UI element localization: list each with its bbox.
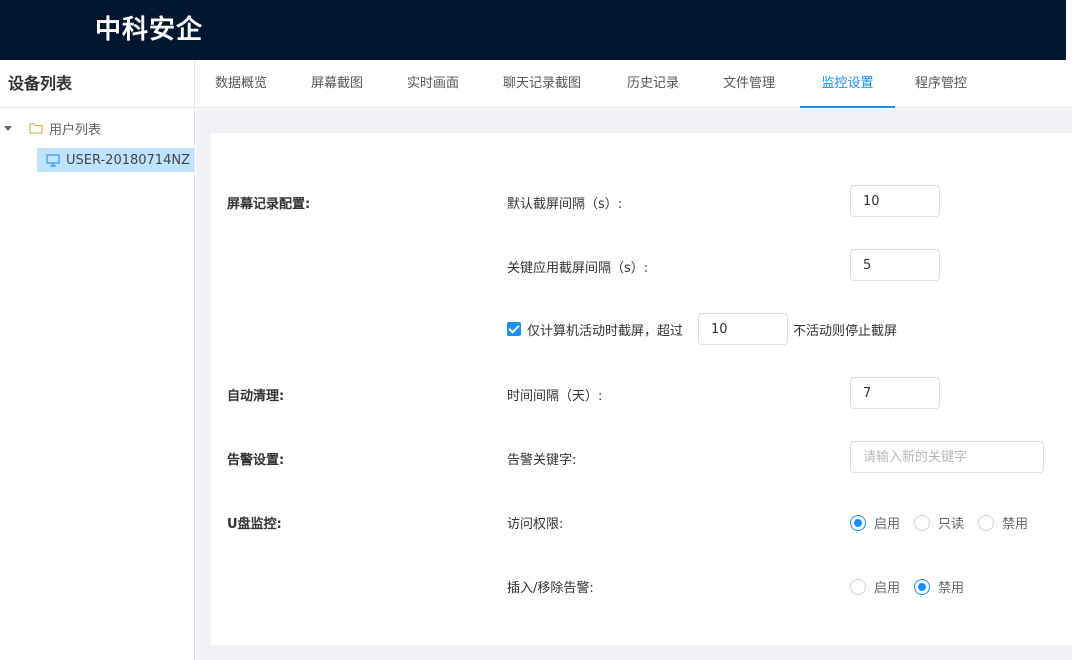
caret-down-icon[interactable] <box>4 125 12 131</box>
insert-alert-disable[interactable]: 禁用 <box>914 577 964 596</box>
tab-program-control[interactable]: 程序管控 <box>915 60 967 108</box>
tab-bar: 数据概览 屏幕截图 实时画面 聊天记录截图 历史记录 文件管理 监控设置 程序管… <box>195 60 1072 108</box>
device-sidebar: 设备列表 用户列表 USER-20180714NZ <box>0 60 195 660</box>
insert-alert-radio-group: 启用 禁用 <box>850 577 978 596</box>
section-screen-record: 屏幕记录配置: <box>227 197 311 212</box>
tab-monitor-settings[interactable]: 监控设置 <box>800 60 895 108</box>
folder-icon <box>29 123 43 134</box>
clean-interval-label: 时间间隔（天）: <box>507 389 603 404</box>
usb-access-label: 访问权限: <box>507 517 564 532</box>
radio-label: 禁用 <box>1002 517 1029 532</box>
settings-panel: 屏幕记录配置: 默认截屏间隔（s）: 关键应用截屏间隔（s）: 仅计算机活动时截… <box>211 133 1072 645</box>
radio-label: 禁用 <box>938 581 965 596</box>
tab-chat-screenshots[interactable]: 聊天记录截图 <box>503 60 581 108</box>
section-alert: 告警设置: <box>227 453 285 468</box>
usb-access-readonly[interactable]: 只读 <box>914 513 964 532</box>
tab-file-management[interactable]: 文件管理 <box>723 60 775 108</box>
key-app-interval-input[interactable] <box>850 249 940 281</box>
radio-checked-icon[interactable] <box>850 514 866 531</box>
radio-label: 启用 <box>874 581 901 596</box>
insert-alert-enable[interactable]: 启用 <box>850 577 900 596</box>
key-app-interval-label: 关键应用截屏间隔（s）: <box>507 261 649 276</box>
tree-node-label: 用户列表 <box>49 122 102 138</box>
active-only-suffix: 不活动则停止截屏 <box>793 324 898 339</box>
content-area: 屏幕记录配置: 默认截屏间隔（s）: 关键应用截屏间隔（s）: 仅计算机活动时截… <box>196 109 1072 660</box>
radio-label: 只读 <box>938 517 965 532</box>
tab-live-view[interactable]: 实时画面 <box>407 60 459 108</box>
section-usb-monitor: U盘监控: <box>227 517 282 532</box>
usb-access-disable[interactable]: 禁用 <box>978 513 1028 532</box>
radio-unchecked-icon[interactable] <box>850 578 866 595</box>
insert-alert-label: 插入/移除告警: <box>507 581 594 596</box>
sidebar-title: 设备列表 <box>0 60 194 108</box>
alert-keyword-input[interactable] <box>850 441 1044 473</box>
default-interval-input[interactable] <box>850 185 940 217</box>
tab-history[interactable]: 历史记录 <box>627 60 679 108</box>
tree-node-user-list[interactable]: 用户列表 <box>4 116 101 140</box>
usb-access-radio-group: 启用 只读 禁用 <box>850 513 1042 532</box>
header-edge <box>1066 0 1072 60</box>
alert-keyword-label: 告警关键字: <box>507 453 577 468</box>
inactive-minutes-input[interactable] <box>698 313 788 345</box>
top-header: 中科安企 <box>0 0 1072 60</box>
default-interval-label: 默认截屏间隔（s）: <box>507 197 623 212</box>
usb-access-enable[interactable]: 启用 <box>850 513 900 532</box>
tree-node-device[interactable]: USER-20180714NZ <box>37 148 194 172</box>
brand-logo-text: 中科安企 <box>95 15 204 45</box>
radio-label: 启用 <box>874 517 901 532</box>
tab-screenshots[interactable]: 屏幕截图 <box>311 60 363 108</box>
tree-node-label: USER-20180714NZ <box>66 152 190 168</box>
radio-unchecked-icon[interactable] <box>978 514 995 531</box>
tab-data-overview[interactable]: 数据概览 <box>215 60 267 108</box>
active-only-prefix: 仅计算机活动时截屏，超过 <box>527 324 684 339</box>
section-auto-clean: 自动清理: <box>227 389 285 404</box>
radio-checked-icon[interactable] <box>914 578 931 595</box>
monitor-icon <box>46 153 60 167</box>
clean-interval-input[interactable] <box>850 377 940 409</box>
radio-unchecked-icon[interactable] <box>914 514 931 531</box>
active-only-checkbox[interactable] <box>507 322 521 336</box>
